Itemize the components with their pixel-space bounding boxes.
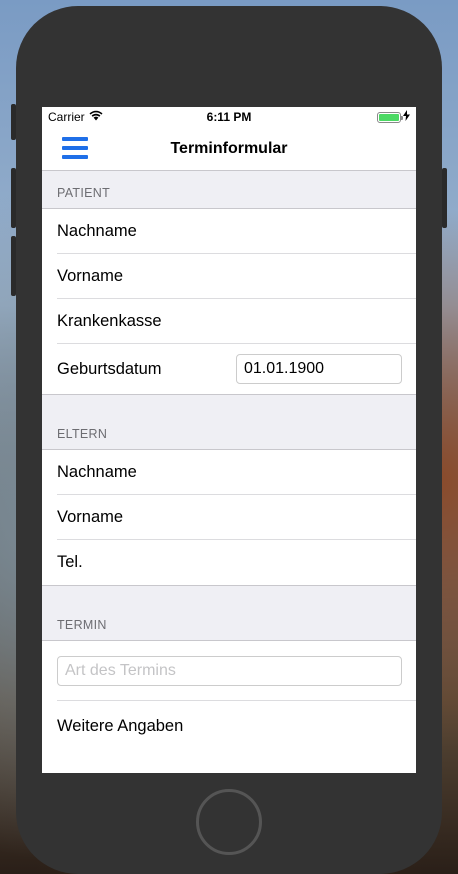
- charging-icon: [402, 110, 410, 124]
- patient-firstname-label: Vorname: [57, 266, 124, 285]
- status-time: 6:11 PM: [206, 110, 252, 124]
- parents-firstname-label: Vorname: [57, 507, 124, 526]
- parents-phone-row[interactable]: Tel.: [57, 540, 416, 585]
- power-button: [442, 168, 447, 228]
- parents-firstname-row[interactable]: Vorname: [57, 495, 416, 540]
- parents-lastname-row[interactable]: Nachname: [57, 450, 416, 495]
- battery-icon: [376, 111, 403, 123]
- section-header-parents: ELTERN: [42, 394, 416, 450]
- patient-insurance-label: Krankenkasse: [57, 311, 162, 330]
- status-bar: Carrier 6:11 PM: [42, 107, 416, 127]
- hamburger-menu-icon[interactable]: [62, 137, 88, 159]
- appointment-type-input[interactable]: [57, 655, 402, 686]
- wifi-icon: [89, 110, 103, 124]
- parents-section: Nachname Vorname Tel.: [42, 450, 416, 585]
- parents-phone-label: Tel.: [57, 553, 83, 571]
- patient-lastname-label: Nachname: [57, 221, 137, 240]
- patient-birthdate-label: Geburtsdatum: [57, 359, 162, 378]
- birthdate-input[interactable]: [236, 354, 402, 384]
- appointment-type-row: [57, 641, 416, 701]
- section-header-appointment: TERMIN: [42, 585, 416, 641]
- section-header-patient: PATIENT: [42, 171, 416, 209]
- patient-insurance-row[interactable]: Krankenkasse: [57, 299, 416, 344]
- app-screen: Carrier 6:11 PM Terminformular PATIENT N…: [42, 107, 416, 773]
- patient-section: Nachname Vorname Krankenkasse Geburtsdat…: [42, 209, 416, 394]
- patient-firstname-row[interactable]: Vorname: [57, 254, 416, 299]
- patient-lastname-row[interactable]: Nachname: [57, 209, 416, 254]
- navigation-bar: Terminformular: [42, 127, 416, 171]
- page-title: Terminformular: [170, 139, 288, 157]
- parents-lastname-label: Nachname: [57, 462, 137, 481]
- carrier-label: Carrier: [48, 110, 85, 124]
- more-info-row[interactable]: Weitere Angaben: [57, 701, 416, 751]
- more-info-label: Weitere Angaben: [57, 716, 184, 735]
- home-button[interactable]: [196, 789, 262, 855]
- patient-birthdate-row: Geburtsdatum: [57, 344, 416, 394]
- appointment-section: Weitere Angaben: [42, 641, 416, 751]
